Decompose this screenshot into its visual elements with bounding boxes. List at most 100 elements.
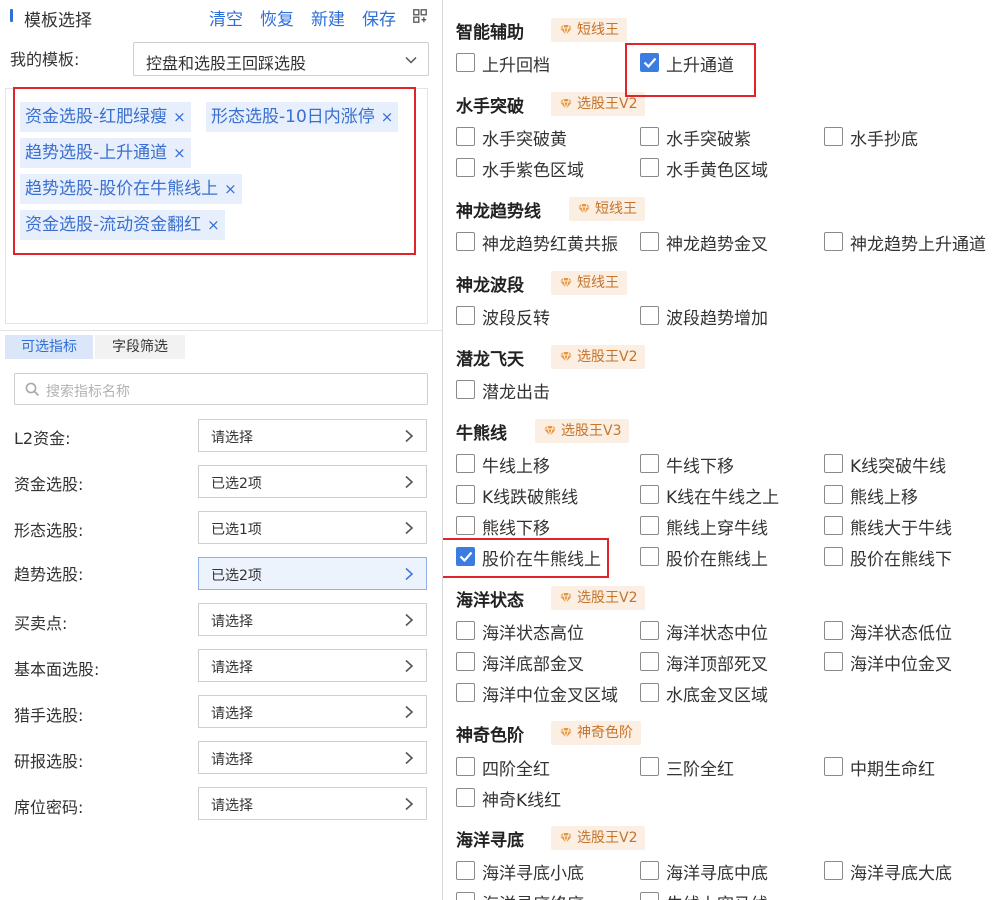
title-accent-bar (10, 9, 13, 22)
checkbox-unchecked-icon[interactable] (640, 306, 659, 325)
checkbox-unchecked-icon[interactable] (824, 485, 843, 504)
filter-select[interactable]: 请选择 (198, 695, 427, 728)
product-badge: 选股王V2 (551, 345, 646, 369)
checkbox-unchecked-icon[interactable] (456, 127, 475, 146)
clear-button[interactable]: 清空 (209, 5, 243, 30)
checkbox-label: 海洋寻底中底 (666, 864, 768, 884)
template-dropdown[interactable]: 控盘和选股王回踩选股 (133, 42, 429, 76)
checkbox-unchecked-icon[interactable] (456, 652, 475, 671)
checkbox-unchecked-icon[interactable] (824, 652, 843, 671)
filter-label: L2资金: (14, 429, 71, 448)
checkbox-unchecked-icon[interactable] (640, 757, 659, 776)
checkbox-unchecked-icon[interactable] (456, 788, 475, 807)
filter-value: 请选择 (211, 660, 253, 676)
checkbox-label: K线跌破熊线 (482, 488, 579, 508)
checkbox-unchecked-icon[interactable] (456, 380, 475, 399)
checkbox-unchecked-icon[interactable] (456, 306, 475, 325)
checkbox-unchecked-icon[interactable] (456, 232, 475, 251)
filter-select[interactable]: 已选1项 (198, 511, 427, 544)
checkbox-unchecked-icon[interactable] (640, 127, 659, 146)
filter-value: 已选2项 (211, 476, 262, 492)
checkbox-label: 海洋底部金叉 (482, 655, 584, 675)
search-icon (25, 382, 40, 397)
checkbox-unchecked-icon[interactable] (824, 516, 843, 535)
checkbox-label: 神龙趋势上升通道 (850, 235, 986, 255)
chevron-right-icon (405, 613, 414, 627)
checkbox-unchecked-icon[interactable] (456, 683, 475, 702)
diamond-icon (560, 351, 572, 363)
checkbox-label: 海洋状态低位 (850, 624, 952, 644)
diamond-icon (578, 203, 590, 215)
tab-optional-indicators[interactable]: 可选指标 (5, 335, 93, 359)
layout-icon[interactable] (413, 9, 427, 23)
close-icon[interactable]: × (224, 180, 237, 198)
checkbox-label: 神奇K线红 (482, 791, 562, 811)
checkbox-unchecked-icon[interactable] (456, 621, 475, 640)
badge-label: 短线王 (595, 201, 637, 217)
checkbox-unchecked-icon[interactable] (640, 454, 659, 473)
checkbox-unchecked-icon[interactable] (456, 892, 475, 900)
filter-select[interactable]: 请选择 (198, 741, 427, 774)
checkbox-unchecked-icon[interactable] (824, 621, 843, 640)
chevron-down-icon (405, 56, 417, 64)
checkbox-checked-icon[interactable] (456, 547, 475, 566)
template-panel: 模板选择 清空 恢复 新建 保存 我的模板: 控盘和选股王回踩选股 资金选股-红… (0, 0, 442, 900)
filter-select[interactable]: 已选2项 (198, 465, 427, 498)
checkbox-unchecked-icon[interactable] (456, 516, 475, 535)
checkbox-unchecked-icon[interactable] (640, 892, 659, 900)
checkbox-unchecked-icon[interactable] (824, 127, 843, 146)
diamond-icon (560, 24, 572, 36)
checkbox-unchecked-icon[interactable] (456, 485, 475, 504)
section-title: 海洋寻底 (456, 831, 524, 851)
checkbox-unchecked-icon[interactable] (824, 454, 843, 473)
checkbox-unchecked-icon[interactable] (456, 861, 475, 880)
close-icon[interactable]: × (173, 144, 186, 162)
diamond-icon (560, 98, 572, 110)
checkbox-label: 上升通道 (666, 56, 734, 76)
checkbox-label: K线突破牛线 (850, 457, 947, 477)
checkbox-unchecked-icon[interactable] (456, 757, 475, 776)
checkbox-unchecked-icon[interactable] (640, 158, 659, 177)
filter-value: 已选2项 (211, 568, 262, 584)
filter-select[interactable]: 请选择 (198, 649, 427, 682)
filter-select[interactable]: 已选2项 (198, 557, 427, 590)
checkbox-label: 牛线上穿马线 (666, 890, 768, 900)
tab-field-filter[interactable]: 字段筛选 (95, 335, 185, 359)
selected-tag: 资金选股-流动资金翻红 × (20, 210, 225, 240)
checkbox-unchecked-icon[interactable] (640, 232, 659, 251)
restore-button[interactable]: 恢复 (260, 5, 294, 30)
checkbox-unchecked-icon[interactable] (640, 652, 659, 671)
checkbox-unchecked-icon[interactable] (640, 621, 659, 640)
checkbox-unchecked-icon[interactable] (640, 516, 659, 535)
checkbox-label: 波段趋势增加 (666, 309, 768, 329)
selected-tag: 趋势选股-上升通道 × (20, 138, 191, 168)
checkbox-label: 四阶全红 (482, 760, 550, 780)
close-icon[interactable]: × (173, 108, 186, 126)
checkbox-unchecked-icon[interactable] (640, 547, 659, 566)
checkbox-label: 牛线下移 (666, 457, 734, 477)
filter-label: 资金选股: (14, 475, 84, 494)
new-button[interactable]: 新建 (311, 5, 345, 30)
chevron-right-icon (405, 705, 414, 719)
save-button[interactable]: 保存 (362, 5, 396, 30)
close-icon[interactable]: × (381, 108, 394, 126)
checkbox-unchecked-icon[interactable] (640, 683, 659, 702)
checkbox-unchecked-icon[interactable] (640, 861, 659, 880)
filter-select[interactable]: 请选择 (198, 419, 427, 452)
filter-select[interactable]: 请选择 (198, 603, 427, 636)
checkbox-unchecked-icon[interactable] (824, 757, 843, 776)
close-icon[interactable]: × (207, 216, 220, 234)
checkbox-unchecked-icon[interactable] (824, 232, 843, 251)
checkbox-unchecked-icon[interactable] (456, 53, 475, 72)
filter-select[interactable]: 请选择 (198, 787, 427, 820)
checkbox-unchecked-icon[interactable] (824, 861, 843, 880)
checkbox-unchecked-icon[interactable] (456, 454, 475, 473)
product-badge: 短线王 (551, 271, 627, 295)
checkbox-unchecked-icon[interactable] (824, 547, 843, 566)
badge-label: 短线王 (577, 22, 619, 38)
checkbox-unchecked-icon[interactable] (640, 485, 659, 504)
checkbox-checked-icon[interactable] (640, 53, 659, 72)
filter-value: 请选择 (211, 752, 253, 768)
search-input[interactable]: 搜索指标名称 (14, 373, 428, 405)
checkbox-unchecked-icon[interactable] (456, 158, 475, 177)
